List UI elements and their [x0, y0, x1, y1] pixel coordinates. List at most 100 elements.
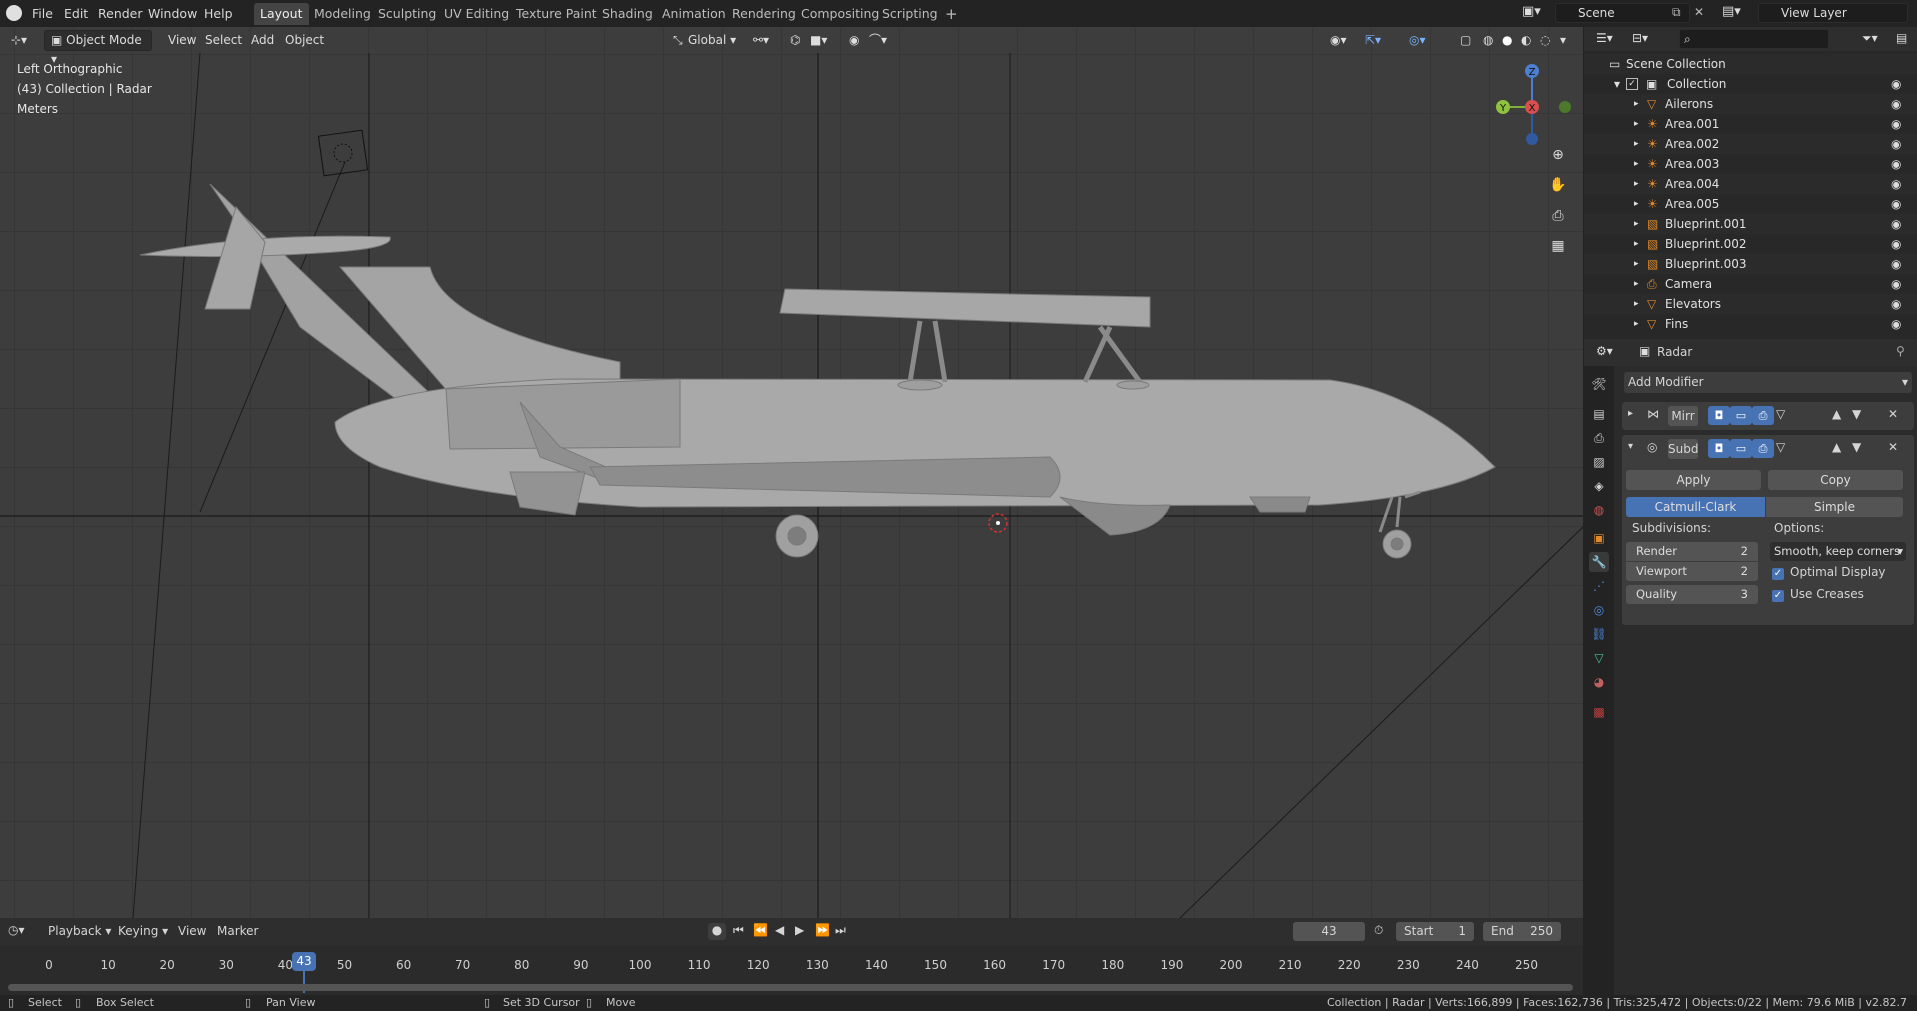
snap-target-icon[interactable]: ■▾	[805, 30, 832, 51]
eye-icon[interactable]: ◉	[1891, 77, 1905, 91]
add-workspace-button[interactable]: +	[939, 3, 964, 25]
optimal-display-checkbox[interactable]: ✓	[1772, 568, 1784, 580]
expand-icon[interactable]: ▸	[1628, 408, 1633, 419]
expand-icon[interactable]: ▾	[1614, 74, 1620, 94]
tool-tab-icon[interactable]: 🛠	[1589, 374, 1609, 394]
expand-icon[interactable]: ▸	[1634, 134, 1639, 154]
mirror-modifier-name[interactable]: Mirr	[1668, 406, 1698, 426]
mode-dropdown[interactable]: ▣ Object Mode ▾	[44, 30, 152, 66]
outliner-item[interactable]: ▸ ▽ Elevators ◉	[1584, 294, 1917, 314]
eye-icon[interactable]: ◉	[1891, 257, 1905, 271]
simple-button[interactable]: Simple	[1766, 497, 1903, 517]
move-up-icon[interactable]: ▲	[1832, 407, 1841, 421]
zoom-icon[interactable]: ⊕	[1546, 143, 1570, 167]
expand-icon[interactable]: ▸	[1634, 174, 1639, 194]
eye-icon[interactable]: ◉	[1891, 137, 1905, 151]
outliner-item[interactable]: ▸ ☀ Area.002 ◉	[1584, 134, 1917, 154]
outliner-item[interactable]: ▸ ⎙ Camera ◉	[1584, 274, 1917, 294]
close-icon[interactable]: ✕	[1888, 440, 1898, 454]
pivot-icon[interactable]: ⚯▾	[748, 30, 774, 51]
cage-icon[interactable]: ▽	[1776, 440, 1785, 454]
physics-tab-icon[interactable]: ◎	[1589, 600, 1609, 620]
properties-editor-icon[interactable]: ⚙▾	[1596, 344, 1613, 358]
outliner-item[interactable]: ▸ ☀ Area.001 ◉	[1584, 114, 1917, 134]
move-down-icon[interactable]: ▼	[1852, 407, 1861, 421]
outliner-item[interactable]: ▸ ☀ Area.005 ◉	[1584, 194, 1917, 214]
menu-window[interactable]: Window	[148, 4, 197, 23]
expand-icon[interactable]: ▸	[1634, 254, 1639, 274]
xray-icon[interactable]: ▢	[1455, 30, 1476, 51]
eye-icon[interactable]: ◉	[1891, 217, 1905, 231]
collection-row[interactable]: ▾ ✓ ▣ Collection ◉	[1584, 74, 1917, 94]
output-tab-icon[interactable]: ⎙	[1589, 428, 1609, 448]
menu-render[interactable]: Render	[98, 4, 143, 23]
outliner-item[interactable]: ▸ ▧ Blueprint.003 ◉	[1584, 254, 1917, 274]
menu-object[interactable]: Object	[280, 30, 329, 51]
outliner-search-input[interactable]: ⌕	[1679, 29, 1829, 49]
3d-viewport[interactable]: ⊹▾ ▣ Object Mode ▾ View Select Add Objec…	[0, 27, 1583, 918]
outliner-item[interactable]: ▸ ▧ Blueprint.002 ◉	[1584, 234, 1917, 254]
tab-modeling[interactable]: Modeling	[308, 3, 377, 25]
ortho-toggle-icon[interactable]: ▦	[1546, 234, 1570, 258]
eye-icon[interactable]: ◉	[1891, 297, 1905, 311]
pin-icon[interactable]: ⚲	[1896, 344, 1905, 358]
outliner-editor-icon[interactable]: ☰▾	[1596, 31, 1613, 45]
eye-icon[interactable]: ◉	[1891, 317, 1905, 331]
subsurf-modifier-name[interactable]: Subd	[1668, 439, 1698, 459]
eye-icon[interactable]: ◉	[1891, 97, 1905, 111]
outliner-item[interactable]: ▸ ▧ Blueprint.001 ◉	[1584, 214, 1917, 234]
rendered-shading-icon[interactable]: ◌	[1535, 30, 1555, 51]
menu-select[interactable]: Select	[200, 30, 247, 51]
material-shading-icon[interactable]: ◐	[1516, 30, 1536, 51]
viewport-levels-field[interactable]: Viewport 2	[1626, 562, 1758, 581]
tab-compositing[interactable]: Compositing	[795, 3, 885, 25]
wireframe-shading-icon[interactable]: ◍	[1478, 30, 1498, 51]
outliner-item[interactable]: ▸ ☀ Area.003 ◉	[1584, 154, 1917, 174]
outliner-item[interactable]: ▸ ☀ Area.004 ◉	[1584, 174, 1917, 194]
expand-icon[interactable]: ▸	[1634, 214, 1639, 234]
eye-icon[interactable]: ◉	[1891, 237, 1905, 251]
render-toggle-icon[interactable]: ⎙	[1752, 439, 1774, 458]
tab-rendering[interactable]: Rendering	[726, 3, 802, 25]
eye-icon[interactable]: ◉	[1891, 277, 1905, 291]
catmull-clark-button[interactable]: Catmull-Clark	[1626, 497, 1765, 517]
view-layer-icon[interactable]: ▤▾	[1722, 4, 1741, 19]
snap-icon[interactable]: ⌬	[785, 30, 805, 51]
collapse-icon[interactable]: ▾	[1628, 441, 1633, 452]
eye-icon[interactable]: ◉	[1891, 197, 1905, 211]
data-tab-icon[interactable]: ▽	[1589, 648, 1609, 668]
new-scene-icon[interactable]: ⧉	[1672, 5, 1681, 20]
view-layer-tab-icon[interactable]: ▨	[1589, 452, 1609, 472]
new-collection-icon[interactable]: ▤	[1896, 31, 1907, 45]
viewport-toggle-icon[interactable]: ▭	[1730, 406, 1752, 425]
visibility-icon[interactable]: ◉▾	[1325, 30, 1352, 51]
texture-tab-icon[interactable]: ▩	[1589, 702, 1609, 722]
view-layer-field[interactable]: View Layer	[1758, 3, 1908, 23]
editmode-toggle-icon[interactable]: ◘	[1708, 406, 1730, 425]
world-tab-icon[interactable]: ◍	[1589, 500, 1609, 520]
playhead-frame-badge[interactable]: 43	[292, 952, 316, 971]
display-mode-icon[interactable]: ⊟▾	[1632, 31, 1648, 45]
tab-sculpting[interactable]: Sculpting	[372, 3, 442, 25]
menu-file[interactable]: File	[32, 4, 53, 23]
viewport-toggle-icon[interactable]: ▭	[1730, 439, 1752, 458]
solid-shading-icon[interactable]: ●	[1497, 30, 1517, 51]
scene-icon[interactable]: ▣▾	[1522, 4, 1541, 19]
eye-icon[interactable]: ◉	[1891, 117, 1905, 131]
eye-icon[interactable]: ◉	[1891, 157, 1905, 171]
expand-icon[interactable]: ▸	[1634, 314, 1639, 334]
expand-icon[interactable]: ▸	[1634, 154, 1639, 174]
outliner-item[interactable]: ▸ ▽ Fins ◉	[1584, 314, 1917, 334]
material-tab-icon[interactable]: ◕	[1589, 672, 1609, 692]
move-down-icon[interactable]: ▼	[1852, 440, 1861, 454]
tab-scripting[interactable]: Scripting	[876, 3, 944, 25]
scene-field[interactable]: Scene	[1555, 3, 1690, 23]
scene-collection-row[interactable]: ▭ Scene Collection	[1584, 54, 1917, 74]
falloff-icon[interactable]: ⌒▾	[864, 30, 892, 51]
tab-uv-editing[interactable]: UV Editing	[438, 3, 515, 25]
scene-tab-icon[interactable]: ◈	[1589, 476, 1609, 496]
expand-icon[interactable]: ▸	[1634, 194, 1639, 214]
uv-smooth-dropdown[interactable]: Smooth, keep corners ▾	[1770, 542, 1906, 561]
expand-icon[interactable]: ▸	[1634, 234, 1639, 254]
expand-icon[interactable]: ▸	[1634, 114, 1639, 134]
